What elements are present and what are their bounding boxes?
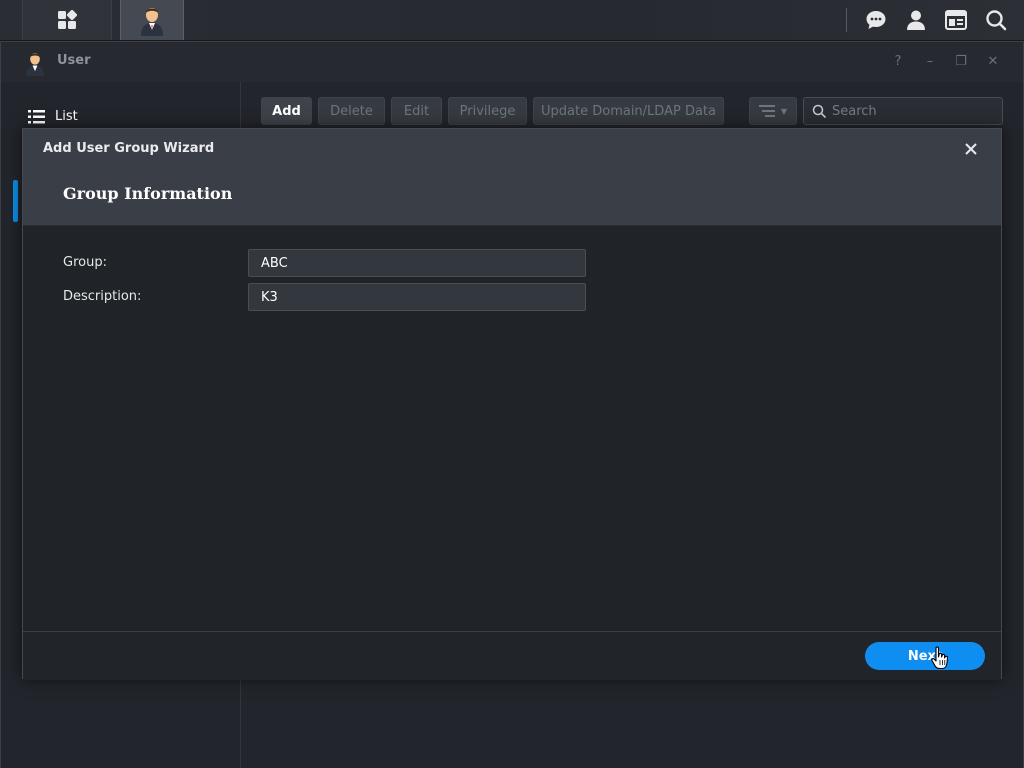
next-button[interactable]: Next (865, 642, 985, 670)
account-button[interactable] (896, 0, 936, 40)
notifications-button[interactable] (856, 0, 896, 40)
main-menu-button[interactable] (22, 0, 112, 40)
close-icon (965, 143, 977, 155)
description-input[interactable]: K3 (248, 283, 586, 311)
sidebar-item-label: List (55, 109, 78, 124)
search-icon (812, 104, 826, 118)
widgets-button[interactable] (936, 0, 976, 40)
add-button[interactable]: Add (261, 97, 312, 125)
filter-icon (758, 105, 775, 117)
group-label: Group: (63, 255, 107, 270)
apps-grid-icon (58, 10, 77, 29)
description-label: Description: (63, 289, 142, 304)
hand-cursor-icon (931, 646, 949, 670)
dialog-footer: Next (23, 631, 1001, 680)
search-input[interactable]: Search (803, 97, 1003, 125)
sidebar-active-indicator (13, 180, 18, 222)
close-window-button[interactable]: ✕ (984, 53, 1002, 71)
filter-button[interactable]: ▼ (749, 97, 797, 125)
minimize-button[interactable]: – (921, 53, 939, 71)
global-search-button[interactable] (976, 0, 1016, 40)
taskbar-user-app[interactable] (120, 0, 184, 40)
window-app-icon (26, 53, 44, 76)
dialog-title: Add User Group Wizard (43, 141, 215, 156)
chevron-down-icon: ▼ (780, 106, 788, 116)
add-user-group-wizard: Add User Group Wizard Group Information … (22, 128, 1002, 680)
privilege-button[interactable]: Privilege (448, 97, 527, 125)
step-title: Group Information (63, 184, 233, 203)
widgets-icon (945, 10, 967, 30)
taskbar-separator (846, 8, 847, 32)
user-avatar-icon (141, 8, 163, 36)
dialog-close-button[interactable] (961, 139, 981, 159)
help-button[interactable]: ? (889, 53, 907, 71)
group-name-input[interactable]: ABC (248, 249, 586, 277)
chat-icon (866, 11, 886, 29)
sidebar-item-list[interactable]: List (28, 109, 78, 124)
window-titlebar: User ? – ❐ ✕ (1, 42, 1023, 82)
update-domain-ldap-button[interactable]: Update Domain/LDAP Data (533, 97, 724, 125)
search-icon (986, 10, 1007, 31)
taskbar (0, 0, 1024, 41)
account-icon (907, 10, 925, 30)
edit-button[interactable]: Edit (391, 97, 442, 125)
maximize-button[interactable]: ❐ (952, 53, 970, 71)
dialog-header: Add User Group Wizard Group Information (23, 129, 1001, 226)
search-placeholder: Search (832, 103, 877, 119)
list-icon (28, 109, 45, 123)
window-title: User (57, 53, 91, 68)
delete-button[interactable]: Delete (318, 97, 385, 125)
